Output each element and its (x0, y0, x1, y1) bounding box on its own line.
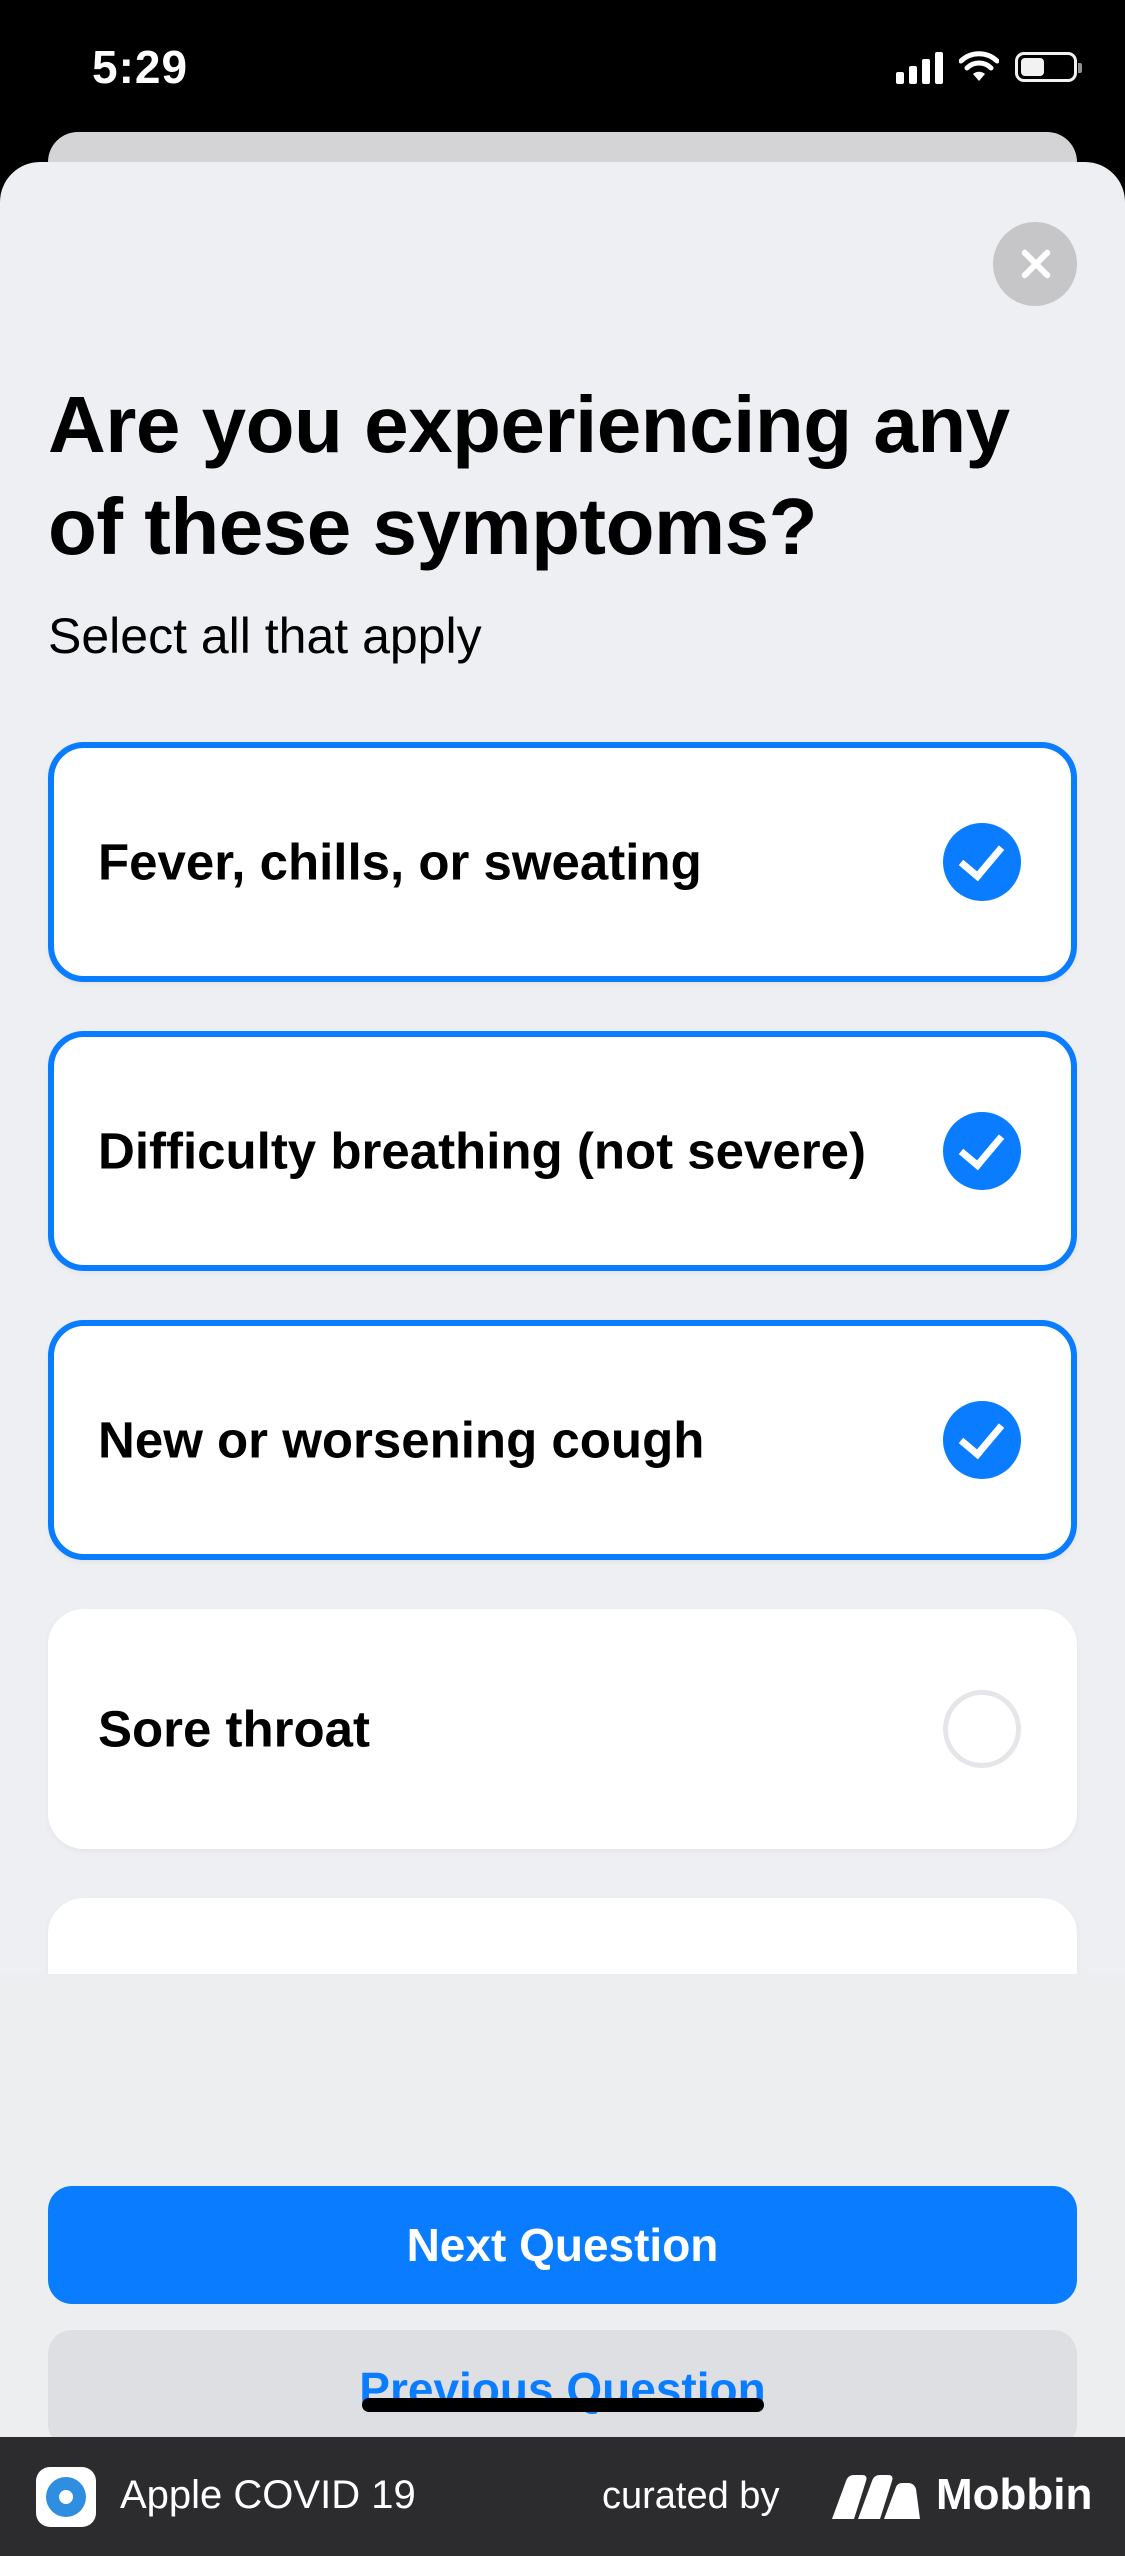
status-icons (896, 50, 1082, 84)
option-label: Sore throat (98, 1700, 371, 1758)
close-button[interactable] (993, 222, 1077, 306)
symptom-option-cough[interactable]: New or worsening cough (48, 1320, 1077, 1560)
option-label: New or worsening cough (98, 1411, 705, 1469)
option-label: Difficulty breathing (not severe) (98, 1122, 866, 1180)
attribution-banner: Apple COVID 19 curated by Mobbin (0, 2437, 1125, 2556)
symptom-option-sore-throat[interactable]: Sore throat (48, 1609, 1077, 1849)
option-label: Fever, chills, or sweating (98, 833, 702, 891)
app-icon (36, 2467, 96, 2527)
mobbin-logo-icon (832, 2475, 920, 2519)
mobbin-brand-name: Mobbin (936, 2470, 1093, 2519)
checkbox-circle-icon (943, 1690, 1021, 1768)
wifi-icon (959, 51, 999, 81)
virus-icon (46, 2477, 86, 2517)
battery-level (1021, 58, 1044, 76)
symptom-question-sheet: Are you experiencing any of these sympto… (0, 162, 1125, 2437)
symptom-option-fever[interactable]: Fever, chills, or sweating (48, 742, 1077, 982)
app-name: Apple COVID 19 (120, 2473, 416, 2517)
question-title: Are you experiencing any of these sympto… (48, 380, 1010, 571)
close-icon (1018, 247, 1052, 281)
symptom-options-list: Fever, chills, or sweating Difficulty br… (48, 742, 1077, 2187)
previous-question-button[interactable]: Previous Question (48, 2330, 1077, 2437)
next-question-button[interactable]: Next Question (48, 2186, 1077, 2304)
question-subtitle: Select all that apply (48, 608, 482, 664)
checkmark-icon (943, 1112, 1021, 1190)
curated-by-label: curated by (602, 2475, 780, 2517)
status-time: 5:29 (92, 41, 189, 93)
symptom-option-difficulty-breathing[interactable]: Difficulty breathing (not severe) (48, 1031, 1077, 1271)
action-footer: Next Question Previous Question (0, 1974, 1125, 2437)
checkmark-icon (943, 1401, 1021, 1479)
cellular-signal-icon (896, 50, 943, 84)
home-indicator[interactable] (362, 2398, 764, 2412)
status-bar: 5:29 (0, 0, 1125, 150)
battery-icon (1015, 52, 1082, 82)
checkmark-icon (943, 823, 1021, 901)
